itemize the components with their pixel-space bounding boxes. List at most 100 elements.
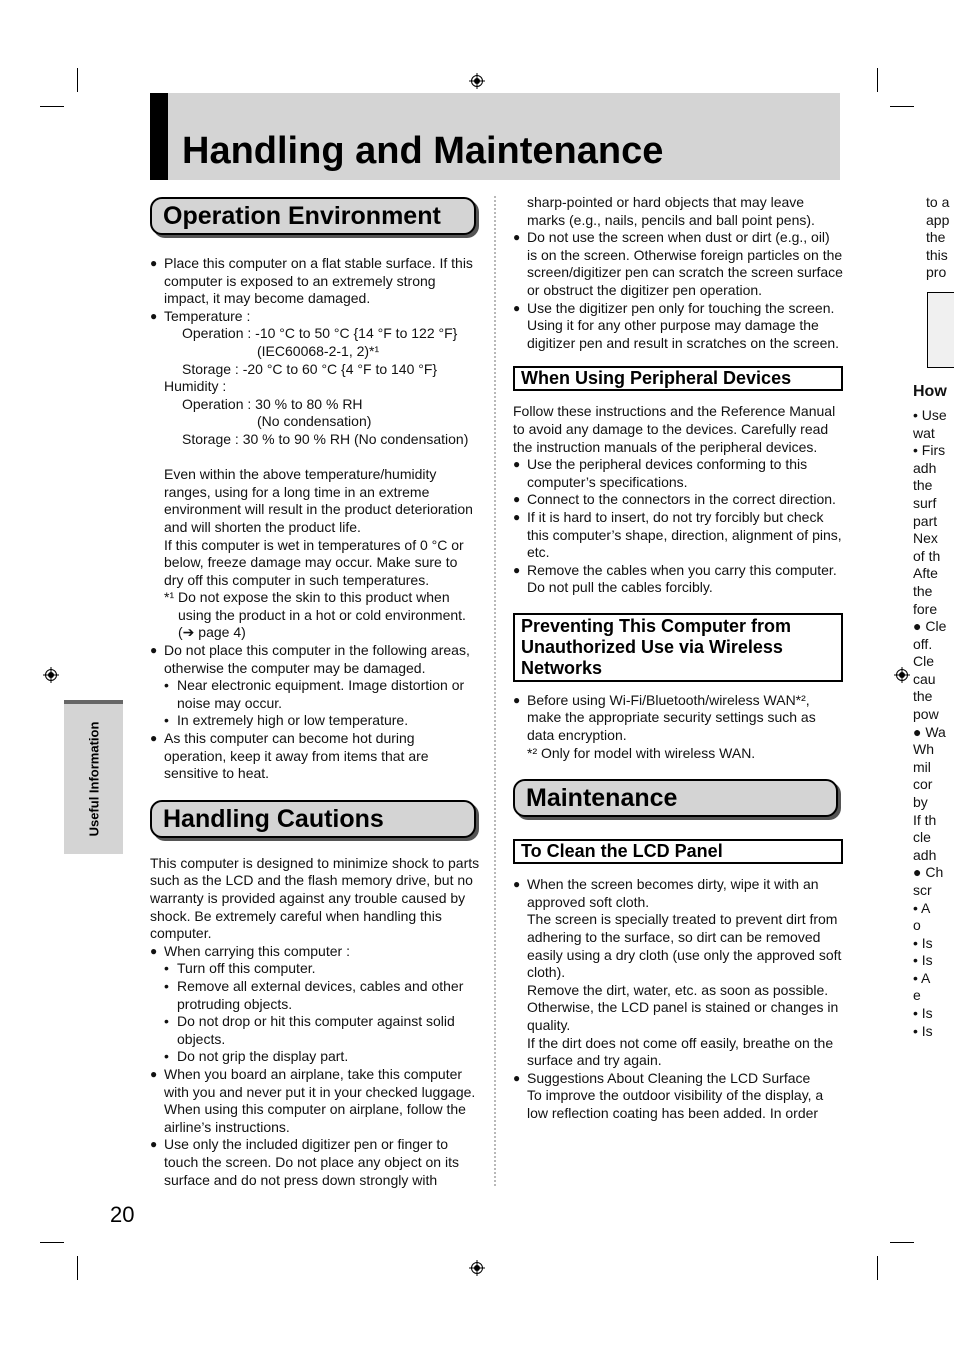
sub-bullet-area: Near electronic equipment. Image distort… [150,677,480,712]
temp-operation: Operation : -10 °C to 50 °C {14 °F to 12… [182,325,458,342]
para-breathe: If the dirt does not come off easily, br… [527,1034,834,1069]
crop-mark [40,1242,64,1243]
bullet-carry: When carrying this computer : [150,943,480,961]
pen-continued: sharp-pointed or hard objects that may l… [527,194,815,228]
bullet-surface: Place this computer on a flat stable sur… [150,255,480,308]
fragment-line: If th [913,811,937,828]
fragment-line: ● Cle [913,618,947,634]
fragment-line: Afte [913,565,938,582]
bullet-peripheral: Use the peripheral devices conforming to… [513,456,843,491]
crop-mark [77,68,78,92]
fragment-line: the [926,229,946,246]
bullet-airplane: When you board an airplane, take this co… [150,1066,480,1136]
fragment-line: the [913,582,933,599]
para-extreme-environment: Even within the above temperature/humidi… [164,466,473,535]
para-treated: The screen is specially treated to preve… [527,911,842,981]
para-outdoor: To improve the outdoor visibility of the… [527,1087,824,1121]
registration-mark-icon [469,73,485,89]
bullet-wireless: Before using Wi-Fi/Bluetooth/wireless WA… [513,692,843,745]
sub-bullet-carry: Do not grip the display part. [150,1048,480,1066]
fragment-line: app [926,211,950,228]
bullet-areas: Do not place this computer in the follow… [150,642,480,677]
fragment-line: fore [913,600,938,617]
crop-mark [877,1256,878,1280]
page-title: Handling and Maintenance [182,130,664,172]
registration-mark-icon [894,667,910,683]
subsection-heading-lcd: To Clean the LCD Panel [513,839,843,865]
bullet-temperature: Temperature : [150,308,480,326]
crop-mark [877,68,878,92]
fragment-line: Nex [913,530,938,547]
fragment-line: to a [926,194,950,210]
bullet-dirty: When the screen becomes dirty, wipe it w… [513,876,843,911]
fragment-line: cor [913,776,933,793]
para-wet: If this computer is wet in temperatures … [164,536,464,588]
fragment-line: adh [913,846,937,863]
page-number: 20 [110,1202,135,1227]
fragment-line: cau [913,670,936,687]
fragment-line: • Is [913,1022,933,1039]
sub-bullet-carry: Do not drop or hit this computer against… [150,1013,480,1048]
fragment-line: • A [913,899,931,916]
bullet-peripheral: Remove the cables when you carry this co… [513,562,843,597]
crop-mark [890,106,914,107]
crop-mark [890,1242,914,1243]
sub-bullet-carry: Remove all external devices, cables and … [150,978,480,1013]
peripheral-intro: Follow these instructions and the Refere… [513,403,836,455]
side-tab: Useful Information [64,700,123,854]
subsection-heading-wireless: Preventing This Computer from Unauthoriz… [513,612,843,682]
fragment-line: surf [913,494,937,511]
sub-bullet-area: In extremely high or low temperature. [150,712,480,730]
temp-storage: Storage : -20 °C to 60 °C {4 °F to 140 °… [182,360,438,377]
fragment-line: o [913,917,921,934]
footnote-1: *¹ Do not expose the skin to this produc… [164,589,466,641]
fragment-line: pow [913,705,939,722]
fragment-line: the [913,688,933,705]
sub-bullet-carry: Turn off this computer. [150,960,480,978]
temp-operation-standard: (IEC60068-2-1, 2)*¹ [257,342,380,359]
bullet-dust: Do not use the screen when dust or dirt … [513,229,843,299]
next-page-fragment: to a app the this pro [926,194,954,282]
bullet-suggestions: Suggestions About Cleaning the LCD Surfa… [513,1070,843,1088]
fragment-line: e [913,987,921,1004]
section-heading-maintenance: Maintenance [513,779,838,818]
fragment-line: • Is [913,934,933,951]
humidity-operation-note: (No condensation) [257,413,372,430]
fragment-line: • A [913,969,931,986]
footnote-2: *² Only for model with wireless WAN. [527,744,756,761]
fragment-line: adh [913,459,937,476]
fragment-line: off. [913,635,933,652]
fragment-line: cle [913,829,931,846]
registration-mark-icon [469,1260,485,1276]
humidity-operation: Operation : 30 % to 80 % RH [182,395,363,412]
bullet-pen: Use only the included digitizer pen or f… [150,1136,480,1189]
fragment-line: • Firs [913,442,946,459]
fragment-line: wat [913,424,935,441]
fragment-line: part [913,512,938,529]
bullet-pen-only: Use the digitizer pen only for touching … [513,300,843,353]
fragment-line: • Use [913,407,947,423]
registration-mark-icon [43,667,59,683]
crop-mark [77,1256,78,1280]
handling-intro: This computer is designed to minimize sh… [150,854,480,942]
fragment-line: by [913,793,928,810]
left-column: Operation Environment Place this compute… [150,197,480,1189]
fragment-line: • Is [913,1005,933,1022]
side-tab-label: Useful Information [86,721,101,837]
title-band: Handling and Maintenance [150,93,840,180]
fragment-line: Wh [913,741,934,758]
para-remove: Remove the dirt, water, etc. as soon as … [527,981,839,1033]
fragment-box [927,292,954,368]
bullet-peripheral: Connect to the connectors in the correct… [513,491,843,509]
fragment-line: ● Ch [913,864,944,881]
humidity-label: Humidity : [164,378,227,395]
fragment-line: pro [926,264,947,281]
middle-column: sharp-pointed or hard objects that may l… [513,194,843,1123]
title-accent-bar [150,93,168,180]
section-heading-handling-cautions: Handling Cautions [150,799,476,838]
humidity-storage: Storage : 30 % to 90 % RH (No condensati… [182,430,469,447]
fragment-top: to a app the this pro [926,194,954,282]
section-heading-operation-environment: Operation Environment [150,197,476,235]
column-divider [494,196,496,1186]
fragment-mid: • Use wat • Firs adh the surf part Nex of th Afte… [913,407,954,618]
